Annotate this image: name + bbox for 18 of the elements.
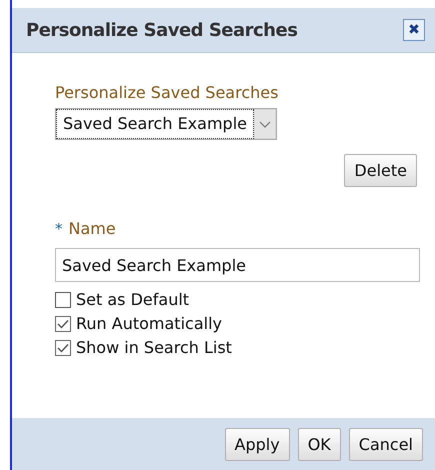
field-label: Personalize Saved Searches [55,83,278,102]
checkbox[interactable] [55,316,71,332]
required-marker: * [55,220,62,238]
checkbox-label: Show in Search List [76,338,232,357]
dialog-button[interactable]: Cancel [348,428,423,460]
delete-button[interactable]: Delete [344,154,417,187]
dialog-button[interactable]: Apply [224,428,290,460]
close-button[interactable]: ✖ [403,19,425,41]
dialog-button[interactable]: OK [298,428,341,460]
checkbox-label: Set as Default [76,290,190,309]
name-field[interactable]: Saved Search Example [55,248,420,282]
checkbox[interactable] [55,340,71,356]
field-label: Name [68,219,116,238]
saved-search-dropdown[interactable]: Saved Search Example [55,108,277,140]
checkbox-label: Run Automatically [76,314,222,333]
chevron-down-icon [254,109,276,139]
checkbox[interactable] [55,292,71,308]
window-title: Personalize Saved Searches [26,20,298,40]
